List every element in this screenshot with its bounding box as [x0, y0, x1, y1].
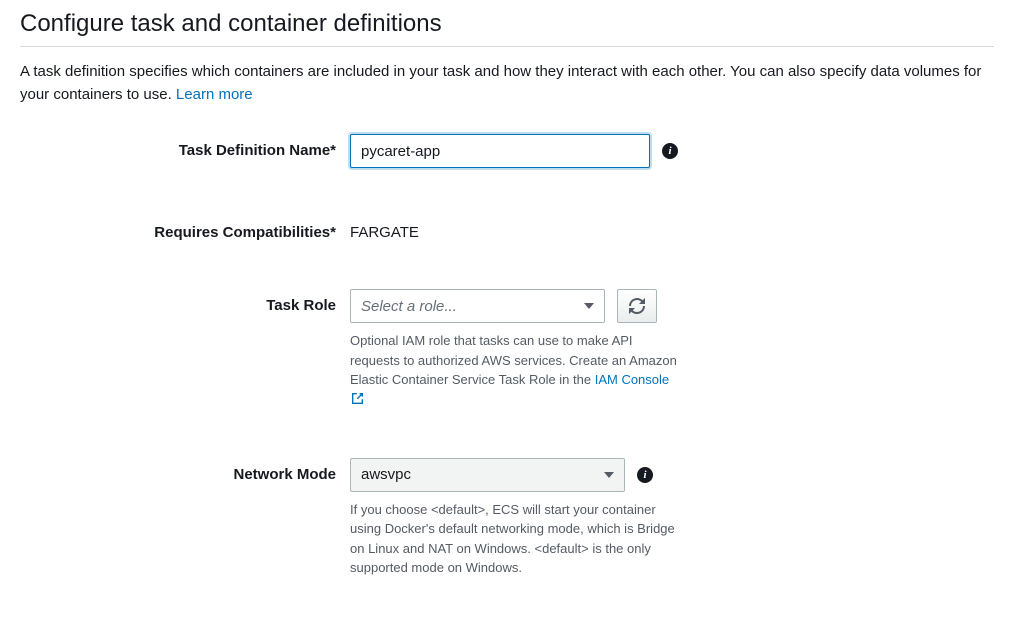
page-title: Configure task and container definitions	[20, 10, 994, 47]
task-definition-name-input[interactable]	[350, 134, 650, 168]
refresh-icon	[629, 298, 645, 314]
row-task-definition-name: Task Definition Name* i	[20, 134, 994, 168]
row-compatibilities: Requires Compatibilities* FARGATE	[20, 216, 994, 241]
row-network-mode: Network Mode awsvpc i If you choose <def…	[20, 458, 994, 578]
page-description-text: A task definition specifies which contai…	[20, 63, 981, 103]
task-role-help: Optional IAM role that tasks can use to …	[350, 331, 680, 410]
refresh-button[interactable]	[617, 289, 657, 323]
info-icon[interactable]: i	[662, 143, 678, 159]
label-task-definition-name: Task Definition Name*	[20, 134, 350, 159]
network-mode-help: If you choose <default>, ECS will start …	[350, 500, 680, 578]
label-compatibilities: Requires Compatibilities*	[20, 216, 350, 241]
chevron-down-icon	[584, 303, 594, 309]
network-mode-value: awsvpc	[361, 466, 411, 483]
row-task-role: Task Role Select a role... Optional IAM …	[20, 289, 994, 410]
chevron-down-icon	[604, 472, 614, 478]
info-icon[interactable]: i	[637, 467, 653, 483]
external-link-icon	[352, 390, 363, 410]
label-network-mode: Network Mode	[20, 458, 350, 483]
page-description: A task definition specifies which contai…	[20, 61, 994, 106]
compatibilities-value: FARGATE	[350, 216, 419, 241]
label-task-role: Task Role	[20, 289, 350, 314]
network-mode-select[interactable]: awsvpc	[350, 458, 625, 492]
learn-more-link[interactable]: Learn more	[176, 86, 253, 103]
task-role-select[interactable]: Select a role...	[350, 289, 605, 323]
task-role-placeholder: Select a role...	[361, 298, 457, 315]
